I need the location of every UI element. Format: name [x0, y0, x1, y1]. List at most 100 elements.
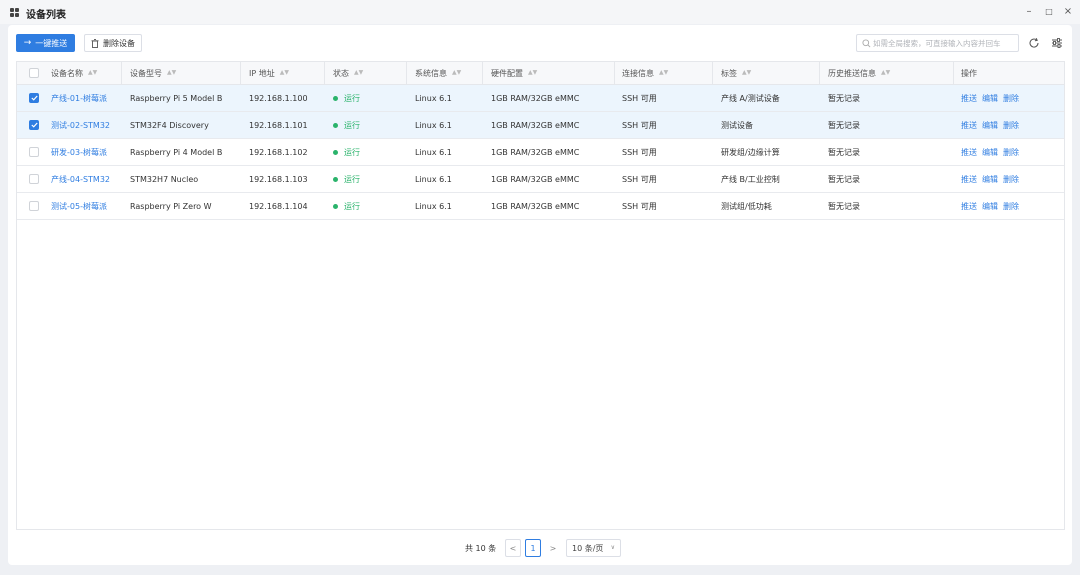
header-status[interactable]: 状态 ▲▼ — [333, 62, 363, 84]
cell-actions: 推送 编辑 删除 — [961, 166, 1024, 192]
prev-page-button[interactable]: < — [505, 539, 521, 557]
header-connection[interactable]: 连接信息 ▲▼ — [622, 62, 668, 84]
select-all-checkbox[interactable] — [29, 68, 39, 78]
delete-button[interactable]: 删除 — [1003, 147, 1019, 158]
edit-button[interactable]: 编辑 — [982, 120, 998, 131]
sort-icon: ▲▼ — [167, 69, 177, 76]
cell-device-name[interactable]: 测试-05-树莓派 — [51, 193, 107, 219]
row-select-cell[interactable] — [29, 139, 39, 165]
header-system-info[interactable]: 系统信息 ▲▼ — [415, 62, 461, 84]
page-size-select[interactable]: 10 条/页 ∨ — [566, 539, 621, 557]
page-1-button[interactable]: 1 — [525, 539, 541, 557]
status-dot-icon — [333, 122, 338, 128]
page-size-value: 10 条/页 — [572, 543, 604, 553]
cell-actions: 推送 编辑 删除 — [961, 139, 1024, 165]
maximize-button[interactable]: □ — [1042, 5, 1056, 19]
table-row[interactable]: 产线-04-STM32 STM32H7 Nucleo 192.168.1.103 运行… — [17, 166, 1064, 193]
cell-device-name[interactable]: 测试-02-STM32 — [51, 112, 110, 138]
cell-device-name-text[interactable]: 研发-03-树莓派 — [51, 147, 107, 158]
row-checkbox[interactable] — [29, 120, 39, 130]
cell-device-model: STM32F4 Discovery — [130, 112, 209, 138]
cell-connection-text: SSH 可用 — [622, 174, 657, 184]
cell-tags: 研发组/边缘计算 — [721, 139, 780, 165]
cell-system-info: Linux 6.1 — [415, 139, 452, 165]
delete-button[interactable]: 删除 — [1003, 201, 1019, 212]
table-row[interactable]: 测试-02-STM32 STM32F4 Discovery 192.168.1.10… — [17, 112, 1064, 139]
push-all-button[interactable]: → 一键推送 — [16, 34, 75, 52]
cell-tags-text: 测试设备 — [721, 120, 753, 130]
cell-push-history: 暂无记录 — [828, 112, 860, 138]
device-table: 设备名称 ▲▼ 设备型号 ▲▼ IP 地址 ▲▼ 状态 ▲▼ 系统信息 ▲▼ 硬件配置 ▲▼… — [16, 61, 1065, 530]
header-hardware[interactable]: 硬件配置 ▲▼ — [491, 62, 537, 84]
edit-button[interactable]: 编辑 — [982, 93, 998, 104]
cell-status: 运行 — [333, 112, 360, 138]
push-button[interactable]: 推送 — [961, 201, 977, 212]
minimize-button[interactable]: – — [1022, 5, 1036, 19]
row-checkbox[interactable] — [29, 147, 39, 157]
select-all-cell[interactable] — [29, 62, 39, 84]
header-push-history[interactable]: 历史推送信息 ▲▼ — [828, 62, 890, 84]
cell-push-history-text: 暂无记录 — [828, 174, 860, 184]
row-select-cell[interactable] — [29, 112, 39, 138]
cell-hardware-text: 1GB RAM/32GB eMMC — [491, 93, 580, 103]
row-checkbox[interactable] — [29, 174, 39, 184]
table-row[interactable]: 测试-05-树莓派 Raspberry Pi Zero W 192.168.1.10… — [17, 193, 1064, 220]
cell-system-info-text: Linux 6.1 — [415, 201, 452, 211]
delete-button[interactable]: 删除 — [1003, 174, 1019, 185]
cell-device-model: Raspberry Pi 5 Model B — [130, 85, 222, 111]
delete-device-button[interactable]: 删除设备 — [84, 34, 142, 52]
cell-device-name-text[interactable]: 产线-01-树莓派 — [51, 93, 107, 104]
cell-system-info: Linux 6.1 — [415, 193, 452, 219]
cell-device-model-text: Raspberry Pi 5 Model B — [130, 93, 223, 103]
cell-device-name-text[interactable]: 产线-04-STM32 — [51, 174, 110, 185]
cell-device-name[interactable]: 产线-01-树莓派 — [51, 85, 107, 111]
push-button[interactable]: 推送 — [961, 120, 977, 131]
row-select-cell[interactable] — [29, 166, 39, 192]
cell-push-history-text: 暂无记录 — [828, 120, 860, 130]
cell-ip-text: 192.168.1.104 — [249, 201, 308, 211]
push-button[interactable]: 推送 — [961, 147, 977, 158]
row-checkbox[interactable] — [29, 93, 39, 103]
cell-system-info-text: Linux 6.1 — [415, 147, 452, 157]
header-ip[interactable]: IP 地址 ▲▼ — [249, 62, 289, 84]
cell-actions: 推送 编辑 删除 — [961, 85, 1024, 111]
chevron-down-icon: ∨ — [610, 544, 615, 551]
row-select-cell[interactable] — [29, 193, 39, 219]
header-device-name[interactable]: 设备名称 ▲▼ — [51, 62, 97, 84]
row-select-cell[interactable] — [29, 85, 39, 111]
search-box[interactable] — [856, 34, 1019, 52]
cell-ip: 192.168.1.103 — [249, 166, 308, 192]
cell-push-history: 暂无记录 — [828, 166, 860, 192]
edit-button[interactable]: 编辑 — [982, 201, 998, 212]
cell-connection-text: SSH 可用 — [622, 120, 657, 130]
cell-system-info: Linux 6.1 — [415, 112, 452, 138]
header-device-model[interactable]: 设备型号 ▲▼ — [130, 62, 176, 84]
push-button[interactable]: 推送 — [961, 93, 977, 104]
push-button[interactable]: 推送 — [961, 174, 977, 185]
main-panel: → 一键推送 删除设备 设备名称▲▼ — [8, 25, 1072, 565]
table-row[interactable]: 产线-01-树莓派 Raspberry Pi 5 Model B 192.168.1… — [17, 85, 1064, 112]
trash-icon — [91, 38, 99, 48]
delete-button[interactable]: 删除 — [1003, 93, 1019, 104]
status-text: 运行 — [344, 174, 360, 184]
delete-button[interactable]: 删除 — [1003, 120, 1019, 131]
settings-sliders-icon[interactable] — [1051, 37, 1063, 49]
header-tags[interactable]: 标签 ▲▼ — [721, 62, 751, 84]
row-checkbox[interactable] — [29, 201, 39, 211]
edit-button[interactable]: 编辑 — [982, 174, 998, 185]
cell-device-name[interactable]: 产线-04-STM32 — [51, 166, 110, 192]
cell-connection: SSH 可用 — [622, 139, 657, 165]
edit-button[interactable]: 编辑 — [982, 147, 998, 158]
cell-hardware: 1GB RAM/32GB eMMC — [491, 85, 579, 111]
cell-device-name-text[interactable]: 测试-05-树莓派 — [51, 201, 107, 212]
cell-system-info-text: Linux 6.1 — [415, 174, 452, 184]
next-page-button[interactable]: > — [545, 539, 561, 557]
cell-device-name[interactable]: 研发-03-树莓派 — [51, 139, 107, 165]
table-row[interactable]: 研发-03-树莓派 Raspberry Pi 4 Model B 192.168.1… — [17, 139, 1064, 166]
close-button[interactable]: × — [1061, 5, 1075, 19]
cell-hardware-text: 1GB RAM/32GB eMMC — [491, 201, 580, 211]
cell-device-name-text[interactable]: 测试-02-STM32 — [51, 120, 110, 131]
refresh-icon[interactable] — [1028, 37, 1040, 49]
search-input[interactable] — [873, 36, 1017, 50]
sort-icon: ▲▼ — [88, 69, 98, 76]
